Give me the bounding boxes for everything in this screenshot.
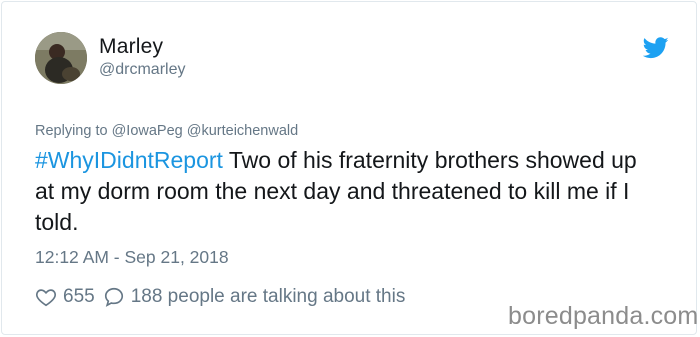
tweet-card: Marley @drcmarley Replying to @IowaPeg @… bbox=[1, 1, 699, 335]
author-handle[interactable]: @drcmarley bbox=[99, 61, 185, 79]
watermark: boredpanda.com bbox=[508, 302, 699, 330]
tweet-text: #WhyIDidntReport Two of his fraternity b… bbox=[35, 145, 655, 238]
twitter-bird-icon[interactable] bbox=[642, 37, 669, 59]
talking-count[interactable]: 188 people are talking about this bbox=[131, 286, 406, 308]
replying-to[interactable]: Replying to @IowaPeg @kurteichenwald bbox=[35, 123, 298, 139]
author-name[interactable]: Marley bbox=[99, 35, 163, 59]
engagement-bar: 655 188 people are talking about this bbox=[35, 286, 405, 308]
hashtag-link[interactable]: #WhyIDidntReport bbox=[35, 147, 223, 173]
timestamp[interactable]: 12:12 AM - Sep 21, 2018 bbox=[35, 247, 229, 268]
heart-icon[interactable] bbox=[35, 286, 57, 308]
avatar[interactable] bbox=[35, 32, 87, 84]
speech-bubble-icon[interactable] bbox=[103, 286, 125, 308]
like-count: 655 bbox=[63, 286, 95, 307]
